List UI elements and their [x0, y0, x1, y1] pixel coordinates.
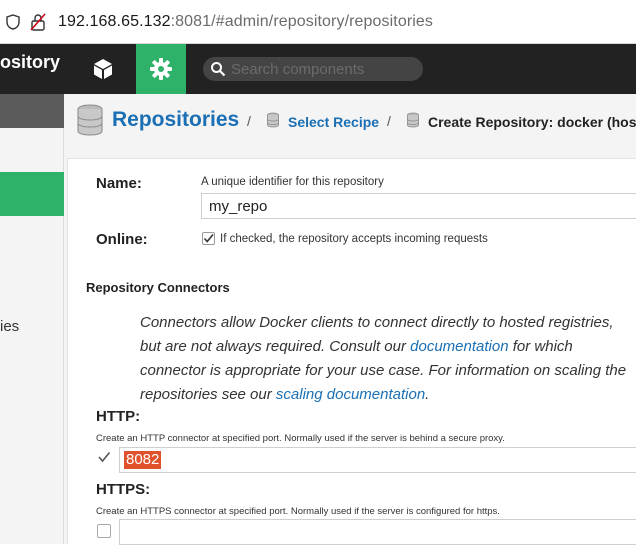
breadcrumb-repositories-link[interactable]: Repositories: [112, 108, 239, 132]
online-label: Online:: [96, 231, 148, 248]
online-checkbox[interactable]: [202, 232, 215, 245]
url-text[interactable]: 192.168.65.132:8081/#admin/repository/re…: [58, 13, 433, 31]
brand-title: ository: [0, 52, 61, 72]
scaling-documentation-link[interactable]: scaling documentation: [276, 386, 425, 403]
sidebar-header: [0, 94, 64, 128]
database-icon: [407, 112, 419, 128]
sidebar: ies: [0, 94, 64, 544]
http-checkbox[interactable]: [97, 450, 111, 464]
url-path: :8081/#admin/repository/repositories: [170, 13, 434, 30]
online-help-text: If checked, the repository accepts incom…: [220, 233, 488, 245]
cube-icon: [94, 59, 112, 79]
https-help-text: Create an HTTPS connector at specified p…: [96, 506, 500, 517]
https-port-field[interactable]: [119, 519, 636, 545]
main-content: Repositories / Select Recipe / Create Re…: [64, 94, 636, 545]
browser-url-bar[interactable]: 192.168.65.132:8081/#admin/repository/re…: [0, 0, 636, 44]
create-repository-form: Name: A unique identifier for this repos…: [67, 158, 636, 545]
name-field[interactable]: [201, 193, 636, 219]
search-icon: [211, 62, 226, 77]
breadcrumb-select-recipe-link[interactable]: Select Recipe: [288, 114, 379, 130]
search-box[interactable]: [203, 57, 423, 81]
name-help-text: A unique identifier for this repository: [201, 176, 384, 188]
connectors-info-text: Connectors allow Docker clients to conne…: [140, 311, 630, 407]
administration-button[interactable]: [136, 44, 186, 94]
http-help-text: Create an HTTP connector at specified po…: [96, 433, 505, 444]
breadcrumb-separator: /: [247, 113, 251, 129]
browse-button[interactable]: [80, 44, 126, 94]
shield-icon[interactable]: [6, 14, 20, 30]
app-header: ository: [0, 44, 636, 94]
database-icon: [77, 104, 103, 136]
breadcrumb: Repositories / Select Recipe / Create Re…: [64, 94, 636, 146]
gear-icon: [150, 58, 172, 80]
breadcrumb-separator: /: [387, 113, 391, 129]
insecure-lock-icon[interactable]: [30, 13, 46, 31]
search-input[interactable]: [231, 58, 417, 80]
breadcrumb-current-page: Create Repository: docker (hoste: [428, 114, 636, 130]
sidebar-item-repositories[interactable]: ies: [0, 318, 19, 335]
sidebar-item-active[interactable]: [0, 172, 64, 216]
info-text-part: .: [425, 386, 430, 403]
https-label: HTTPS:: [96, 481, 151, 498]
repository-connectors-heading: Repository Connectors: [86, 280, 230, 295]
documentation-link[interactable]: documentation: [410, 338, 508, 355]
http-port-field[interactable]: 8082: [119, 447, 636, 473]
name-label: Name:: [96, 175, 142, 192]
http-port-value: 8082: [124, 451, 162, 469]
http-label: HTTP:: [96, 408, 141, 425]
https-checkbox[interactable]: [97, 524, 111, 538]
url-host: 192.168.65.132: [58, 13, 171, 30]
database-icon: [267, 112, 279, 128]
